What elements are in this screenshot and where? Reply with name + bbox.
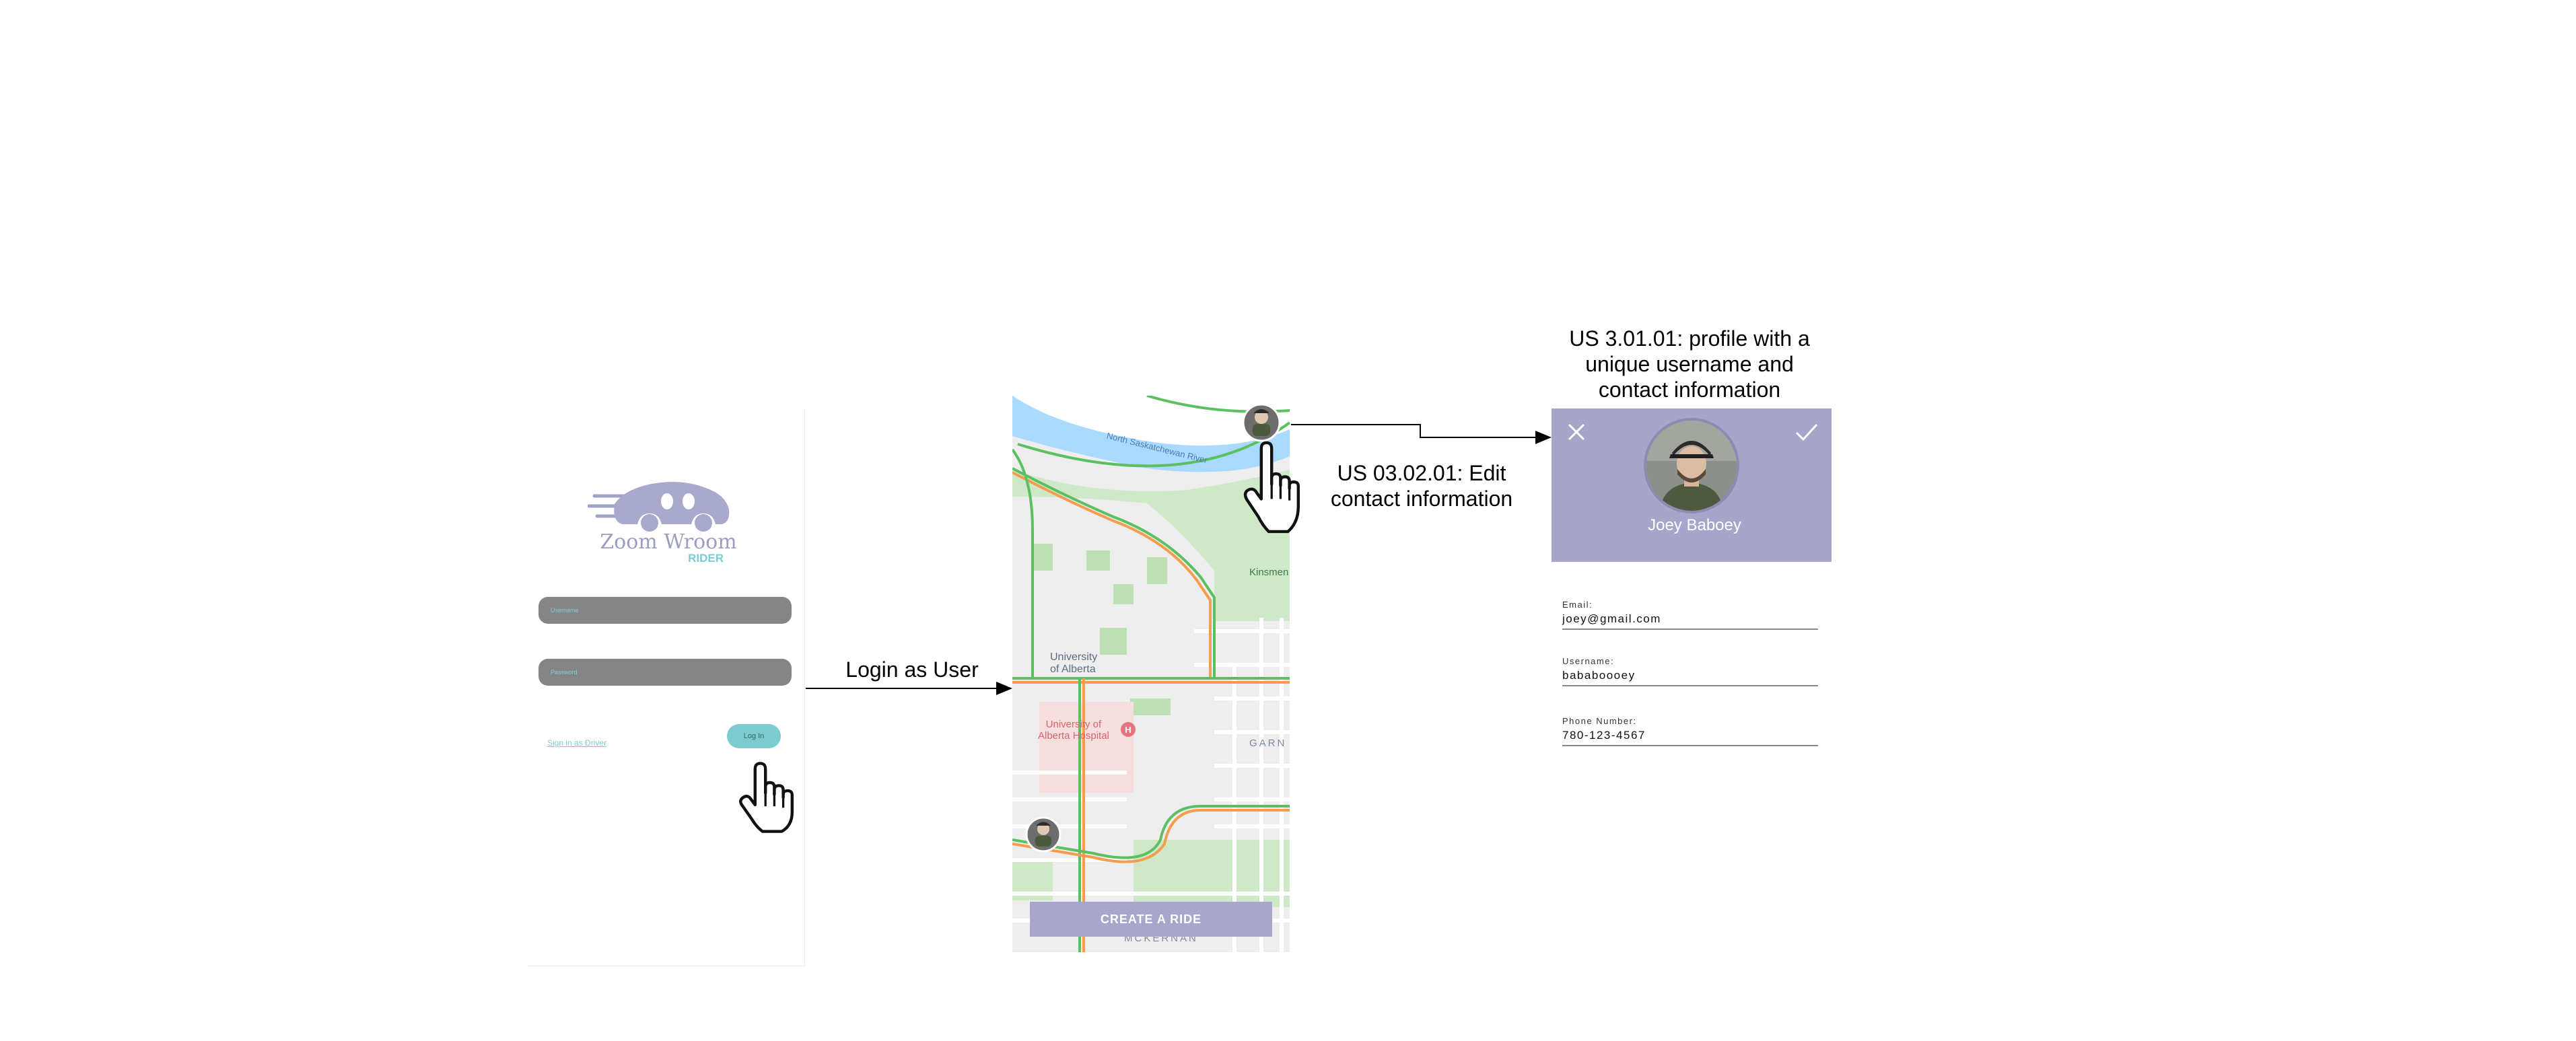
driver-location-avatar[interactable] — [1025, 816, 1061, 853]
map-label-garneau: GARN — [1249, 738, 1287, 749]
edit-contact-label: US 03.02.01: Edit contact information — [1330, 461, 1513, 511]
profile-header: Joey Baboey — [1552, 408, 1832, 562]
username-label: Username: — [1562, 656, 1615, 666]
user-location-avatar[interactable] — [1242, 403, 1281, 442]
avatar[interactable] — [1644, 418, 1739, 513]
profile-screen: Joey Baboey Email: joey@gmail.com Userna… — [1552, 408, 1832, 758]
hospital-pin-icon: H — [1121, 722, 1136, 737]
hand-pointer-icon — [1233, 437, 1307, 534]
phone-label: Phone Number: — [1562, 716, 1637, 726]
close-icon[interactable] — [1565, 421, 1588, 443]
map-label-kinsmen: Kinsmen — [1249, 567, 1289, 578]
username-field[interactable]: bababoooey — [1562, 669, 1818, 686]
phone-field[interactable]: 780-123-4567 — [1562, 729, 1818, 746]
profile-name: Joey Baboey — [1648, 516, 1741, 534]
email-label: Email: — [1562, 600, 1593, 610]
map-label-university: University of Alberta — [1050, 651, 1098, 675]
create-ride-button[interactable]: CREATE A RIDE — [1030, 902, 1272, 937]
check-icon[interactable] — [1794, 421, 1819, 443]
email-field[interactable]: joey@gmail.com — [1562, 612, 1818, 630]
login-label: Login as User — [845, 657, 979, 682]
profile-story-label: US 3.01.01: profile with a unique userna… — [1569, 326, 1810, 402]
map-label-hospital: University of Alberta Hospital — [1038, 719, 1109, 742]
edit-profile-arrow — [1291, 424, 1552, 444]
svg-text:H: H — [1125, 725, 1131, 735]
